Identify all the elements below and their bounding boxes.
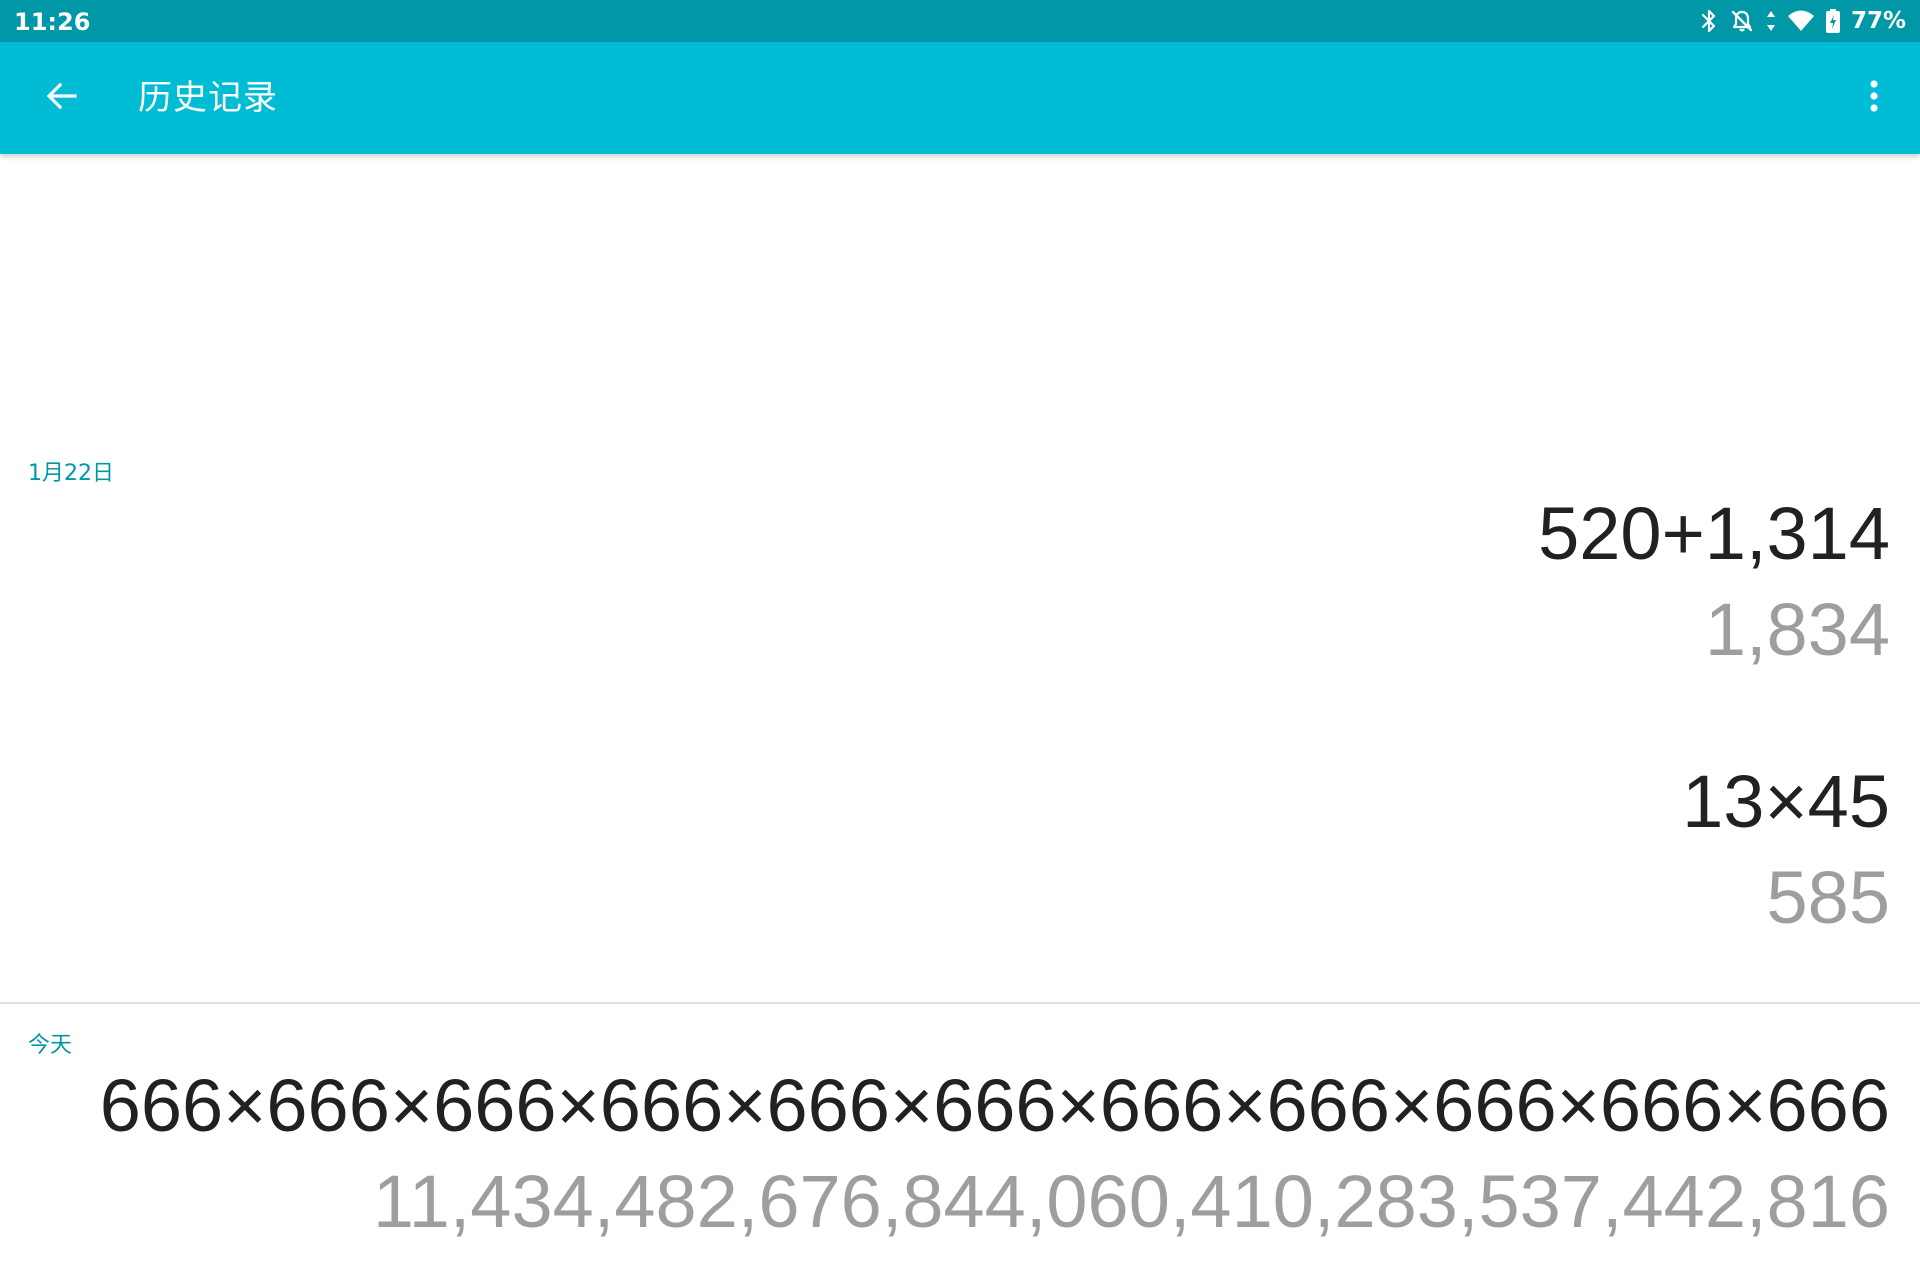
arrow-back-icon <box>45 79 79 117</box>
notifications-off-icon <box>1729 8 1755 34</box>
page-title: 历史记录 <box>138 78 278 118</box>
date-header: 1月22日 <box>28 461 114 486</box>
date-header: 今天 <box>28 1033 73 1058</box>
history-expression[interactable]: 520+1,314 <box>1538 492 1890 576</box>
status-bar: 11:26 77% <box>0 0 1920 42</box>
history-result[interactable]: 585 <box>1767 856 1890 940</box>
history-expression[interactable]: 13×45 <box>1682 760 1890 844</box>
history-result[interactable]: 11,434,482,676,844,060,410,283,537,442,8… <box>373 1160 1890 1244</box>
more-vert-icon <box>1869 79 1879 117</box>
data-transfer-icon <box>1765 8 1777 34</box>
history-expression[interactable]: 666×666×666×666×666×666×666×666×666×666×… <box>100 1064 1890 1148</box>
status-time: 11:26 <box>14 8 91 36</box>
bluetooth-icon <box>1699 8 1719 34</box>
wifi-icon <box>1787 8 1815 34</box>
history-result[interactable]: 1,834 <box>1705 588 1890 672</box>
status-icons: 77% <box>1699 6 1906 36</box>
overflow-menu-button[interactable] <box>1846 70 1902 126</box>
group-divider <box>0 1002 1920 1004</box>
app-bar: 历史记录 <box>0 42 1920 154</box>
battery-charging-icon <box>1825 8 1841 34</box>
battery-percent: 77% <box>1850 8 1906 34</box>
back-button[interactable] <box>32 72 92 124</box>
history-list[interactable]: 1月22日 520+1,314 1,834 13×45 585 今天 666×6… <box>0 154 1920 1280</box>
